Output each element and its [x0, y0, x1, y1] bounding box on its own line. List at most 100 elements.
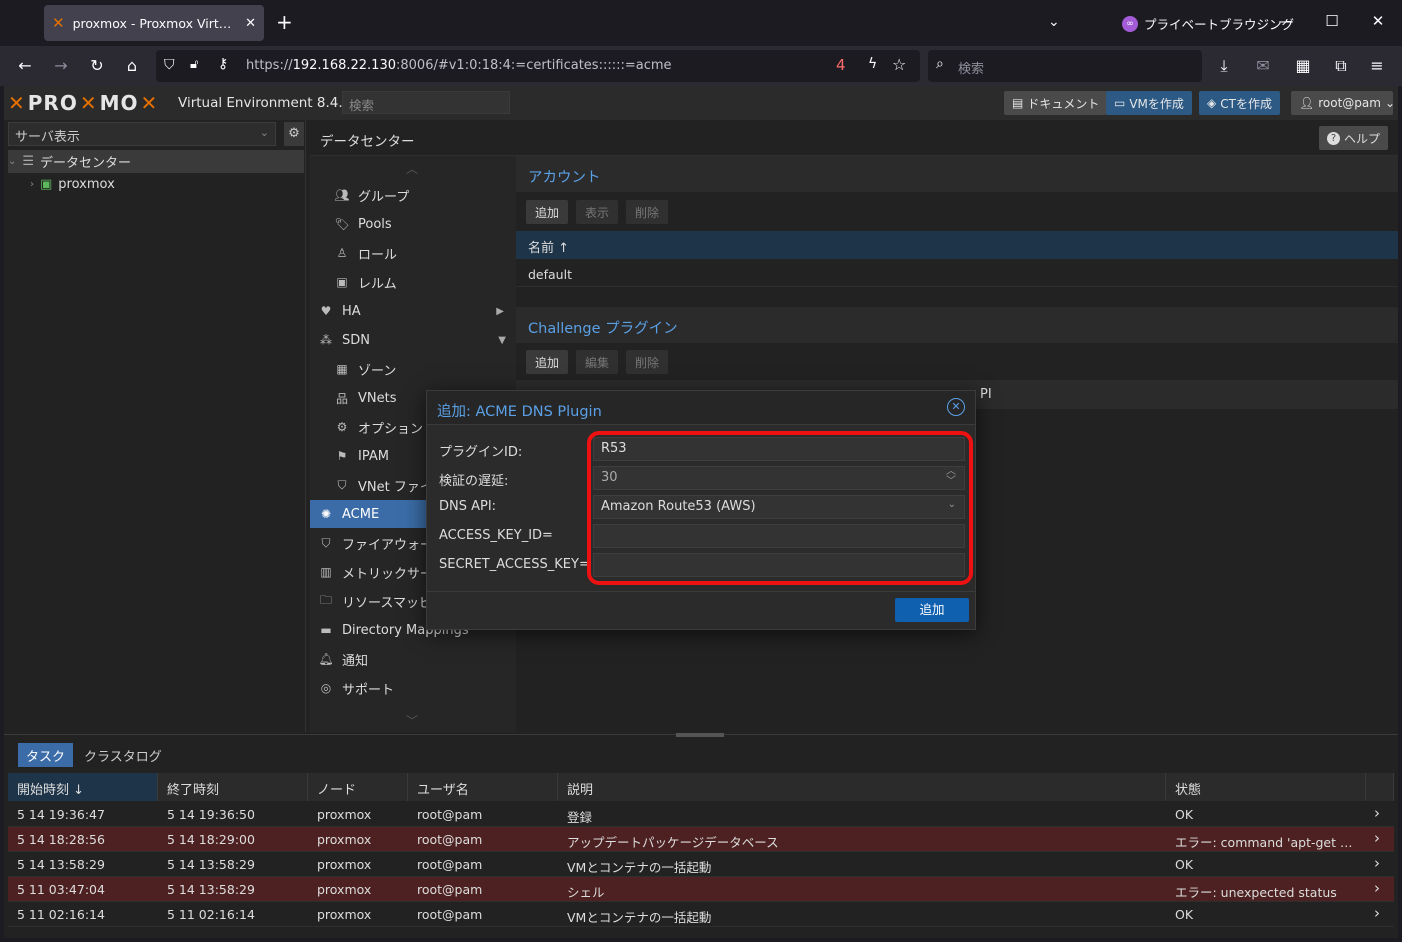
col-end-time[interactable]: 終了時刻 [158, 773, 308, 801]
mail-icon[interactable]: ✉ [1252, 56, 1274, 75]
download-icon[interactable]: ⤓ [1213, 56, 1235, 76]
back-icon[interactable]: ← [14, 56, 36, 75]
shield-icon[interactable]: ⛉ [164, 57, 175, 73]
menu-item-zones[interactable]: ▦ ゾーン [310, 355, 516, 383]
table-row[interactable]: 5 11 02:16:14 5 11 02:16:14 proxmox root@pa… [8, 902, 1394, 927]
table-row[interactable]: 5 14 13:58:29 5 14 13:58:29 proxmox root@pa… [8, 852, 1394, 877]
help-button[interactable]: ? ヘルプ [1318, 126, 1388, 150]
scroll-down-icon[interactable]: ﹀ [406, 712, 418, 729]
col-description[interactable]: 説明 [558, 773, 1166, 801]
menu-item-notifications[interactable]: 🔔︎ 通知 [310, 645, 516, 673]
col-status[interactable]: 状態 [1166, 773, 1366, 801]
caret-right-icon: ▶ [496, 305, 504, 317]
minimize-icon[interactable]: — [1276, 12, 1296, 30]
reload-icon[interactable]: ↻ [86, 56, 108, 75]
window-close-icon[interactable]: ✕ [1368, 12, 1388, 30]
cell-start: 5 11 02:16:14 [17, 907, 105, 922]
tree-item-node[interactable]: › ▣ proxmox [8, 173, 304, 196]
menu-item-realms[interactable]: ▣ レルム [310, 268, 516, 296]
pve-header: ✕ PRO ✕ MO ✕ Virtual Environment 8.4.0 検索 ▤ ド… [4, 86, 1398, 120]
chevron-down-icon[interactable]: ⌄ [1048, 14, 1060, 30]
table-row[interactable]: 5 11 03:47:04 5 14 13:58:29 proxmox root@pa… [8, 877, 1394, 902]
heartbeat-icon: ♥ [320, 304, 332, 318]
user-icon: 👤︎ [1299, 96, 1315, 110]
cell-desc: 登録 [567, 810, 593, 825]
docs-button[interactable]: ▤ ドキュメント [1004, 91, 1108, 115]
tab-cluster-log[interactable]: クラスタログ [76, 743, 170, 767]
forward-icon[interactable]: → [50, 56, 72, 75]
col-user[interactable]: ユーザ名 [408, 773, 558, 801]
url-bar[interactable]: ⛉ 🔓︎ ⚷ https://192.168.22.130:8006/#v1:0… [156, 50, 920, 82]
extensions-icon[interactable]: ⧉ [1330, 56, 1352, 76]
row-expand-icon[interactable]: › [1374, 904, 1380, 922]
male-icon: ♙ [336, 246, 348, 260]
support-icon: ◎ [320, 681, 332, 695]
plugin-add-button[interactable]: 追加 [526, 350, 569, 374]
user-menu-button[interactable]: 👤︎ root@pam ⌄ [1291, 91, 1396, 115]
dialog-title: 追加: ACME DNS Plugin [437, 404, 602, 420]
private-mask-icon: ∞ [1122, 15, 1138, 32]
home-icon[interactable]: ⌂ [121, 56, 143, 75]
question-icon: ? [1326, 131, 1340, 145]
tags-icon: 🏷︎ [334, 217, 350, 231]
gear-icon[interactable]: ⚙ [284, 122, 304, 146]
menu-item-pools[interactable]: 🏷︎ Pools [310, 210, 516, 238]
menu-item-sdn[interactable]: ⁂ SDN ▼ [310, 326, 516, 354]
accounts-column-name[interactable]: 名前 ↑ [516, 231, 1398, 259]
chevron-down-icon: ⌄ [1384, 96, 1396, 110]
cell-user: root@pam [417, 807, 483, 822]
close-icon[interactable]: ✕ [947, 398, 965, 416]
view-select[interactable]: サーバ表示 ⌄ [8, 122, 276, 146]
panel-splitter-handle[interactable] [676, 733, 724, 737]
plugin-delete-button[interactable]: 削除 [626, 350, 669, 374]
tree-item-datacenter[interactable]: ⌄ ☰ データセンター [8, 150, 304, 173]
lock-warning-icon[interactable]: 🔓︎ [190, 57, 198, 72]
row-expand-icon[interactable]: › [1374, 804, 1380, 822]
col-start-time[interactable]: 開始時刻 ↓ [8, 773, 158, 801]
plugin-edit-button[interactable]: 編集 [576, 350, 619, 374]
cube-icon: ◈ [1207, 96, 1217, 110]
scroll-up-icon[interactable]: ︿ [406, 160, 418, 177]
plugins-column-api[interactable]: PI [980, 387, 992, 402]
chevron-right-icon: › [30, 179, 34, 190]
account-delete-button[interactable]: 削除 [626, 200, 669, 224]
account-view-button[interactable]: 表示 [576, 200, 619, 224]
table-row[interactable]: 5 14 18:28:56 5 14 18:29:00 proxmox root@pa… [8, 827, 1394, 852]
create-vm-button[interactable]: ▭ VMを作成 [1106, 91, 1192, 115]
browser-search-input[interactable]: ⌕ 検索 [928, 50, 1202, 82]
browser-tab[interactable]: ✕ proxmox - Proxmox Virtual Environment … [44, 5, 264, 41]
private-browsing-indicator: ∞ プライベートブラウジング [1122, 14, 1294, 33]
account-add-button[interactable]: 追加 [526, 200, 569, 224]
qr-icon[interactable]: ▦ [1292, 56, 1314, 75]
row-expand-icon[interactable]: › [1374, 854, 1380, 872]
key-icon[interactable]: ⚷ [218, 56, 228, 72]
notification-count[interactable]: 4 [836, 56, 846, 74]
close-tab-icon[interactable]: ✕ [245, 16, 256, 31]
menu-item-support[interactable]: ◎ サポート [310, 674, 516, 702]
shield-icon: ⛉ [337, 477, 347, 492]
maximize-icon[interactable]: ☐ [1322, 12, 1342, 30]
dialog-add-button[interactable]: 追加 [895, 598, 969, 622]
task-log-panel: タスク クラスタログ 開始時刻 ↓ 終了時刻 ノード ユーザ名 説明 状態 5 … [4, 733, 1398, 938]
cell-start: 5 11 03:47:04 [17, 882, 105, 897]
map-signs-icon: ⚑ [336, 449, 348, 463]
cell-desc: アップデートパッケージデータベース [567, 835, 779, 850]
bookmark-star-icon[interactable]: ☆ [892, 55, 906, 74]
lightning-icon[interactable]: ϟ [868, 56, 877, 72]
menu-item-groups[interactable]: 👥︎ グループ [310, 181, 516, 209]
table-row[interactable]: 5 14 19:36:47 5 14 19:36:50 proxmox root@pa… [8, 802, 1394, 827]
row-expand-icon[interactable]: › [1374, 879, 1380, 897]
hamburger-menu-icon[interactable]: ≡ [1366, 56, 1388, 75]
menu-item-ha[interactable]: ♥ HA ▶ [310, 297, 516, 325]
col-node[interactable]: ノード [308, 773, 408, 801]
account-row-name[interactable]: default [528, 267, 572, 282]
row-expand-icon[interactable]: › [1374, 829, 1380, 847]
create-ct-button[interactable]: ◈ CTを作成 [1199, 91, 1280, 115]
tab-tasks[interactable]: タスク [18, 743, 74, 767]
url-text[interactable]: https://192.168.22.130:8006/#v1:0:18:4:=… [246, 58, 672, 73]
menu-item-roles[interactable]: ♙ ロール [310, 239, 516, 267]
new-tab-button[interactable]: + [276, 12, 293, 32]
pve-search-input[interactable]: 検索 [342, 91, 510, 114]
network-icon: 品 [335, 391, 348, 406]
cell-end: 5 14 13:58:29 [167, 882, 255, 897]
